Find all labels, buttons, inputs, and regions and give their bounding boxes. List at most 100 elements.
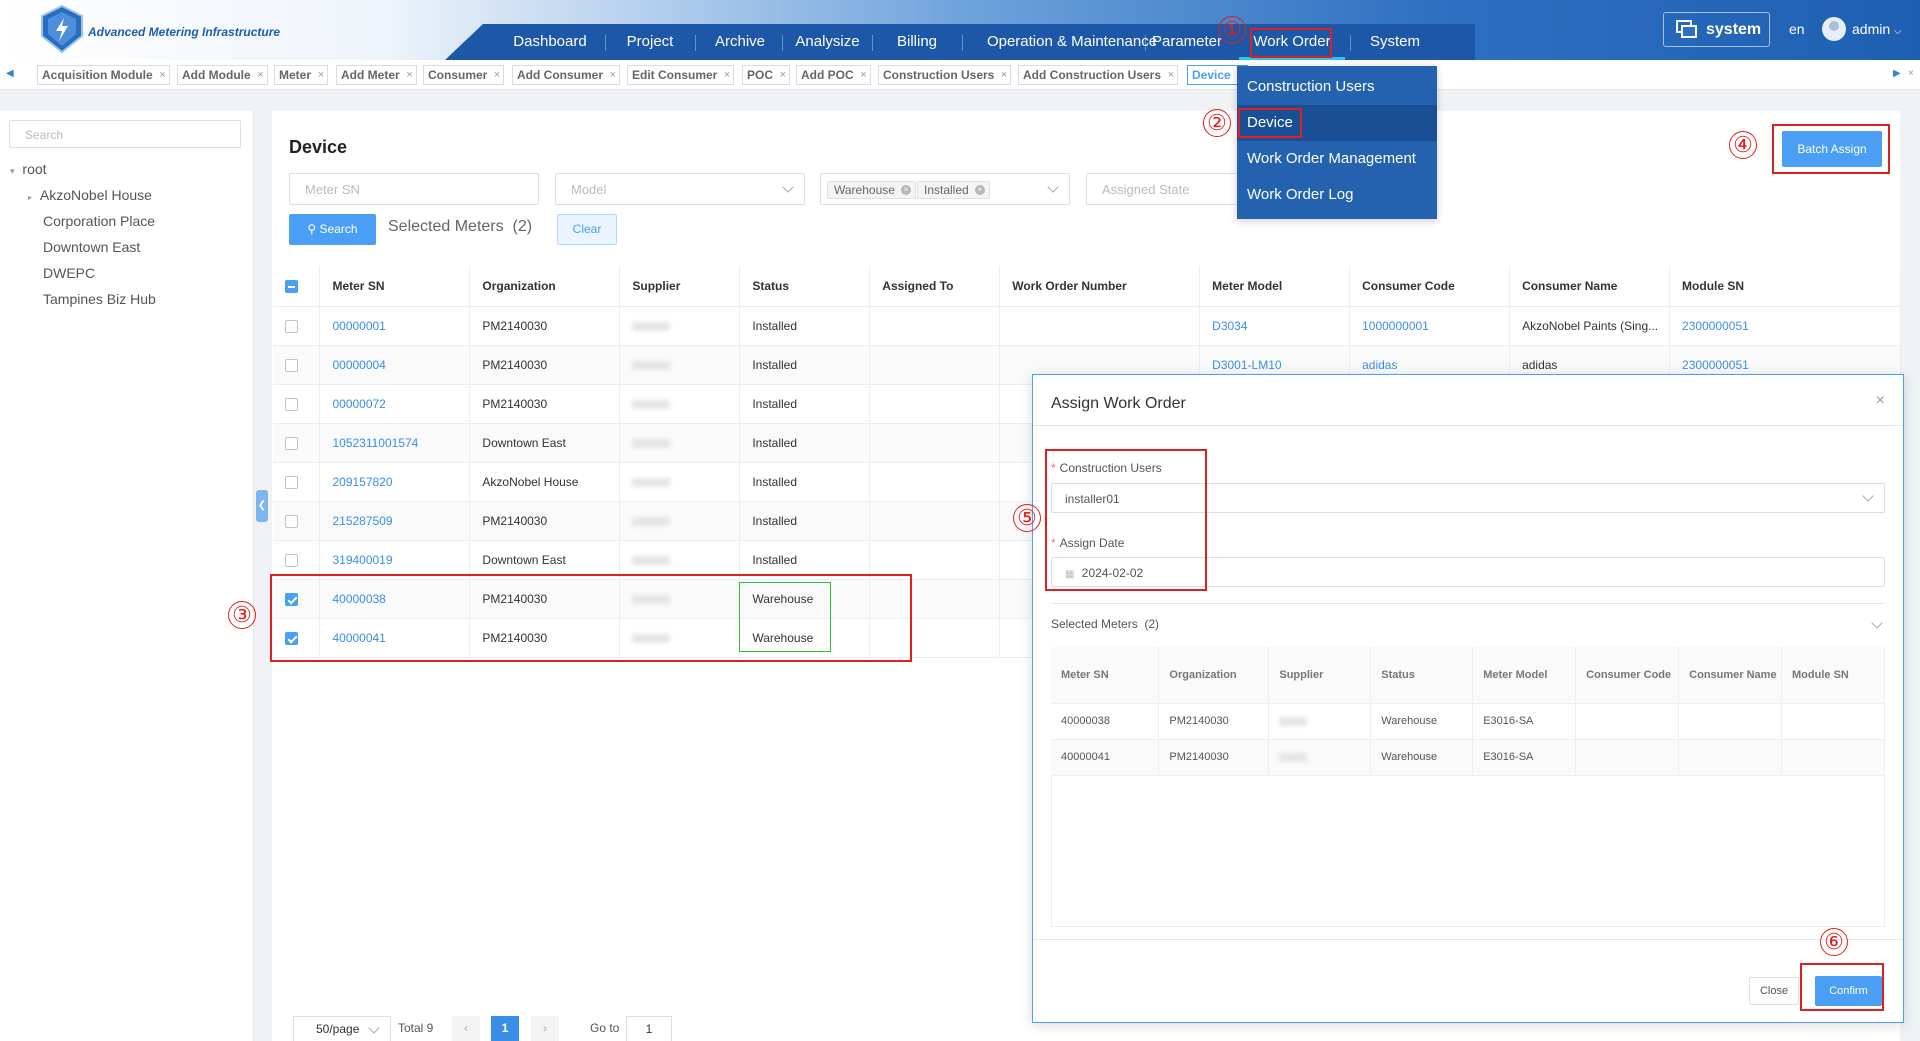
search-button[interactable]: ⚲ Search — [289, 214, 376, 245]
row-checkbox-cell[interactable] — [273, 384, 321, 424]
tab-add-meter[interactable]: Add Meter × — [336, 65, 417, 85]
tab-add-consumer[interactable]: Add Consumer × — [512, 65, 621, 85]
assigned-state-select[interactable]: Assigned State — [1086, 173, 1246, 205]
next-page-icon[interactable]: › — [531, 1016, 559, 1041]
tab-construction-users[interactable]: Construction Users × — [878, 65, 1012, 85]
close-icon[interactable]: × — [318, 66, 324, 84]
tree-item-tampines[interactable]: Tampines Biz Hub — [43, 291, 156, 307]
module-sn-link[interactable]: 2300000051 — [1669, 306, 1901, 346]
goto-input[interactable]: 1 — [626, 1016, 672, 1041]
status-select[interactable]: Warehouse × Installed × — [820, 173, 1070, 205]
selected-meters-summary[interactable]: Selected Meters (2) — [1051, 617, 1159, 631]
nav-project[interactable]: Project — [610, 24, 690, 60]
tab-meter[interactable]: Meter × — [274, 65, 329, 85]
close-icon[interactable]: × — [1168, 66, 1174, 84]
row-checkbox-cell[interactable] — [273, 423, 321, 463]
tree-item-corporation-place[interactable]: Corporation Place — [43, 213, 155, 229]
avatar[interactable] — [1822, 17, 1846, 41]
page-size-select[interactable]: 50/page — [293, 1016, 391, 1041]
chevron-down-icon[interactable] — [1871, 617, 1883, 629]
tab-label: Add Meter — [341, 68, 400, 82]
sidebar-search-input[interactable]: Search — [9, 120, 241, 148]
row-checkbox[interactable] — [285, 436, 298, 450]
tab-poc[interactable]: POC × — [742, 65, 791, 85]
close-icon[interactable]: × — [1876, 392, 1885, 410]
module-sn-cell — [1781, 739, 1885, 776]
close-icon[interactable]: × — [406, 66, 412, 84]
model-select[interactable]: Model — [555, 173, 805, 205]
page-size-value: 50/page — [316, 1022, 360, 1036]
close-icon[interactable]: × — [494, 66, 500, 84]
tab-acquisition-module[interactable]: Acquisition Module × — [37, 65, 170, 85]
close-icon[interactable]: × — [159, 66, 165, 84]
meter-sn-input[interactable]: Meter SN — [289, 173, 539, 205]
meter-model-cell: E3016-SA — [1472, 739, 1577, 776]
meter-sn-link[interactable]: 00000001 — [319, 306, 471, 346]
highlight-form — [1045, 449, 1207, 591]
close-icon[interactable]: × — [724, 66, 730, 84]
close-icon[interactable]: × — [610, 66, 616, 84]
clear-button[interactable]: Clear — [557, 214, 617, 245]
nav-dashboard[interactable]: Dashboard — [500, 24, 600, 60]
row-checkbox-cell[interactable] — [273, 501, 321, 541]
tree-root[interactable]: ▾ root — [10, 161, 47, 177]
menu-item-construction-users[interactable]: Construction Users — [1247, 69, 1437, 105]
close-icon[interactable]: × — [257, 66, 263, 84]
close-icon[interactable]: × — [900, 185, 911, 195]
row-checkbox-cell[interactable] — [273, 462, 321, 502]
row-checkbox-cell[interactable] — [273, 306, 321, 346]
close-icon[interactable]: × — [860, 66, 866, 84]
tree-item-akzonobel[interactable]: ▸ AkzoNobel House — [28, 187, 152, 203]
nav-analysize[interactable]: Analysize — [785, 24, 870, 60]
page-number[interactable]: 1 — [491, 1016, 519, 1041]
meter-sn-link[interactable]: 209157820 — [319, 462, 471, 502]
row-checkbox[interactable] — [285, 514, 298, 528]
nav-archive[interactable]: Archive — [700, 24, 780, 60]
meter-sn-link[interactable]: 00000004 — [319, 345, 471, 385]
tab-consumer[interactable]: Consumer × — [423, 65, 505, 85]
meter-model-link[interactable]: D3034 — [1199, 306, 1351, 346]
tab-edit-consumer[interactable]: Edit Consumer × — [627, 65, 735, 85]
row-checkbox-cell[interactable] — [273, 345, 321, 385]
system-button[interactable]: system — [1663, 12, 1770, 47]
nav-system[interactable]: System — [1355, 24, 1435, 60]
nav-billing[interactable]: Billing — [877, 24, 957, 60]
tree-item-downtown-east[interactable]: Downtown East — [43, 239, 140, 255]
prev-page-icon[interactable]: ‹ — [452, 1016, 480, 1041]
row-checkbox[interactable] — [285, 319, 298, 333]
tab-add-construction-users[interactable]: Add Construction Users × — [1018, 65, 1179, 85]
tabs-scroll-left-icon[interactable]: ◀ — [6, 68, 14, 79]
close-icon[interactable]: × — [780, 66, 786, 84]
user-menu[interactable]: admin ⌵ — [1852, 21, 1902, 37]
nav-parameter[interactable]: Parameter — [1147, 24, 1227, 60]
status-chip-warehouse[interactable]: Warehouse × — [827, 181, 916, 199]
meter-sn-link[interactable]: 1052311001574 — [319, 423, 471, 463]
row-checkbox[interactable] — [285, 358, 298, 372]
close-all-icon[interactable]: × — [1908, 68, 1914, 79]
status-cell: Installed — [739, 306, 871, 346]
consumer-code-link[interactable]: 1000000001 — [1349, 306, 1511, 346]
tab-add-poc[interactable]: Add POC × — [796, 65, 871, 85]
row-checkbox[interactable] — [285, 475, 298, 489]
close-icon[interactable]: × — [974, 185, 985, 195]
tab-add-module[interactable]: Add Module × — [177, 65, 268, 85]
meter-sn-link[interactable]: 00000072 — [319, 384, 471, 424]
row-checkbox[interactable] — [285, 397, 298, 411]
table-header-row: Meter SN Organization Supplier Status As… — [273, 266, 1901, 307]
close-icon[interactable]: × — [1001, 66, 1007, 84]
close-button[interactable]: Close — [1749, 977, 1799, 1005]
table-row[interactable]: 00000001 PM2140030 Installed D3034 100000000… — [273, 306, 1901, 346]
language-switch[interactable]: en — [1789, 21, 1805, 37]
select-all-checkbox-cell[interactable] — [273, 266, 321, 307]
sidebar-collapse-icon[interactable]: ❮ — [256, 490, 268, 522]
tree-item-dwepc[interactable]: DWEPC — [43, 265, 95, 281]
meter-sn-link[interactable]: 215287509 — [319, 501, 471, 541]
menu-item-work-order-log[interactable]: Work Order Log — [1247, 177, 1437, 213]
tabs-scroll-right-icon[interactable]: ▶ — [1893, 68, 1901, 79]
row-checkbox[interactable] — [285, 553, 298, 567]
step-1-marker: ① — [1218, 16, 1246, 44]
redacted-supplier — [632, 360, 671, 370]
menu-item-work-order-management[interactable]: Work Order Management — [1247, 141, 1437, 177]
status-chip-installed[interactable]: Installed × — [917, 181, 990, 199]
select-all-checkbox[interactable] — [285, 279, 298, 293]
